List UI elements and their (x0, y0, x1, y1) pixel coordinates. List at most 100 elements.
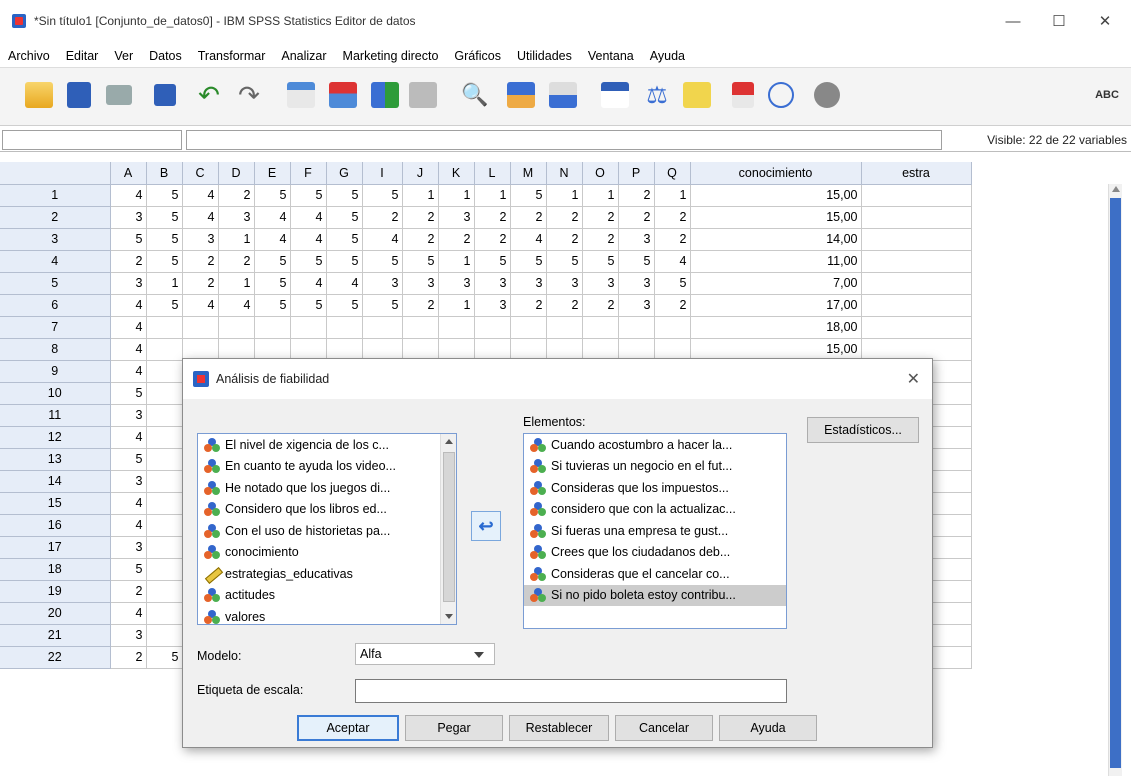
data-cell[interactable]: 5 (290, 184, 327, 207)
data-cell[interactable]: 1 (474, 184, 511, 207)
menu-item-7[interactable]: Gráficos (446, 49, 509, 63)
items-list-item[interactable]: Si tuvieras un negocio en el fut... (524, 456, 786, 478)
row-header[interactable]: 11 (0, 404, 111, 427)
data-cell[interactable] (146, 602, 183, 625)
data-cell[interactable]: 5 (326, 294, 363, 317)
menu-item-5[interactable]: Analizar (273, 49, 334, 63)
close-button[interactable]: ✕ (1082, 0, 1128, 42)
data-cell[interactable]: 5 (582, 250, 619, 273)
data-cell[interactable]: 3 (474, 294, 511, 317)
row-header[interactable]: 8 (0, 338, 111, 361)
variables-icon[interactable] (368, 78, 402, 112)
data-cell[interactable]: 3 (110, 272, 147, 295)
row-header[interactable]: 19 (0, 580, 111, 603)
data-cell[interactable] (362, 316, 403, 339)
data-cell[interactable]: 2 (618, 184, 655, 207)
data-cell[interactable]: 5 (110, 228, 147, 251)
paste-button[interactable]: Pegar (405, 715, 503, 741)
data-cell[interactable]: 2 (474, 206, 511, 229)
data-cell[interactable]: 4 (254, 228, 291, 251)
data-cell[interactable]: 2 (218, 250, 255, 273)
row-header[interactable]: 18 (0, 558, 111, 581)
data-cell[interactable]: 2 (110, 580, 147, 603)
data-cell[interactable]: 3 (402, 272, 439, 295)
data-cell[interactable] (146, 470, 183, 493)
row-header[interactable]: 16 (0, 514, 111, 537)
data-cell[interactable] (290, 338, 327, 361)
grid-vertical-scrollbar[interactable] (1108, 184, 1122, 776)
data-cell[interactable]: 3 (474, 272, 511, 295)
data-cell[interactable]: 3 (618, 294, 655, 317)
data-cell[interactable]: 3 (438, 272, 475, 295)
scroll-thumb[interactable] (443, 452, 455, 602)
data-cell[interactable]: 5 (326, 184, 363, 207)
data-cell[interactable] (861, 338, 972, 361)
source-variable-list[interactable]: El nivel de xigencia de los c... En cuant… (197, 433, 457, 625)
row-header[interactable]: 3 (0, 228, 111, 251)
scroll-thumb[interactable] (1110, 198, 1121, 768)
source-list-item[interactable]: Considero que los libros ed... (198, 499, 456, 521)
data-cell[interactable] (146, 338, 183, 361)
data-cell[interactable] (474, 316, 511, 339)
data-cell[interactable]: 1 (402, 184, 439, 207)
items-list-item[interactable]: Consideras que los impuestos... (524, 477, 786, 499)
data-cell[interactable]: 1 (146, 272, 183, 295)
data-cell[interactable]: 3 (546, 272, 583, 295)
data-cell[interactable]: 1 (438, 184, 475, 207)
data-cell[interactable] (290, 316, 327, 339)
data-cell[interactable]: 3 (510, 272, 547, 295)
data-cell[interactable]: 5 (618, 250, 655, 273)
move-variable-button[interactable]: ↩ (471, 511, 501, 541)
data-cell[interactable] (861, 206, 972, 229)
row-header[interactable]: 17 (0, 536, 111, 559)
data-cell[interactable] (146, 316, 183, 339)
source-list-item[interactable]: En cuanto te ayuda los video... (198, 456, 456, 478)
select-cases-icon[interactable] (680, 78, 714, 112)
column-header[interactable]: conocimiento (690, 162, 862, 185)
data-cell[interactable]: 3 (362, 272, 403, 295)
menu-item-3[interactable]: Datos (141, 49, 190, 63)
data-cell[interactable]: 2 (618, 206, 655, 229)
scroll-up-icon[interactable] (1112, 186, 1120, 192)
data-cell[interactable] (474, 338, 511, 361)
data-cell[interactable] (254, 316, 291, 339)
run-descriptives-icon[interactable] (406, 78, 440, 112)
data-cell[interactable]: 2 (654, 206, 691, 229)
data-cell[interactable]: 3 (110, 470, 147, 493)
data-cell[interactable]: 5 (362, 294, 403, 317)
ok-button[interactable]: Aceptar (297, 715, 399, 741)
menu-item-1[interactable]: Editar (58, 49, 107, 63)
cell-reference-field[interactable] (2, 130, 182, 150)
column-header[interactable]: O (582, 162, 619, 185)
data-cell[interactable]: 4 (290, 206, 327, 229)
dialog-close-button[interactable]: ✕ (907, 369, 920, 389)
data-cell[interactable]: 17,00 (690, 294, 862, 317)
data-cell[interactable] (402, 316, 439, 339)
data-cell[interactable]: 2 (182, 250, 219, 273)
source-list-item[interactable]: valores (198, 606, 456, 624)
help-button[interactable]: Ayuda (719, 715, 817, 741)
data-cell[interactable]: 18,00 (690, 316, 862, 339)
data-cell[interactable]: 2 (510, 294, 547, 317)
scroll-down-icon[interactable] (445, 614, 453, 619)
source-list-item[interactable]: He notado que los juegos di... (198, 477, 456, 499)
column-header[interactable]: J (402, 162, 439, 185)
data-cell[interactable]: 3 (438, 206, 475, 229)
data-cell[interactable]: 4 (182, 184, 219, 207)
data-cell[interactable]: 5 (146, 294, 183, 317)
data-cell[interactable]: 5 (146, 250, 183, 273)
row-header[interactable]: 15 (0, 492, 111, 515)
row-header[interactable]: 1 (0, 184, 111, 207)
data-cell[interactable]: 5 (546, 250, 583, 273)
row-header[interactable]: 2 (0, 206, 111, 229)
data-cell[interactable]: 3 (618, 228, 655, 251)
column-header[interactable]: B (146, 162, 183, 185)
items-list-item[interactable]: Consideras que el cancelar co... (524, 563, 786, 585)
data-cell[interactable] (146, 448, 183, 471)
data-cell[interactable] (618, 338, 655, 361)
data-cell[interactable] (654, 338, 691, 361)
column-header[interactable]: I (362, 162, 403, 185)
data-cell[interactable]: 4 (110, 338, 147, 361)
data-cell[interactable]: 5 (254, 294, 291, 317)
dialog-recall-icon[interactable] (148, 78, 182, 112)
